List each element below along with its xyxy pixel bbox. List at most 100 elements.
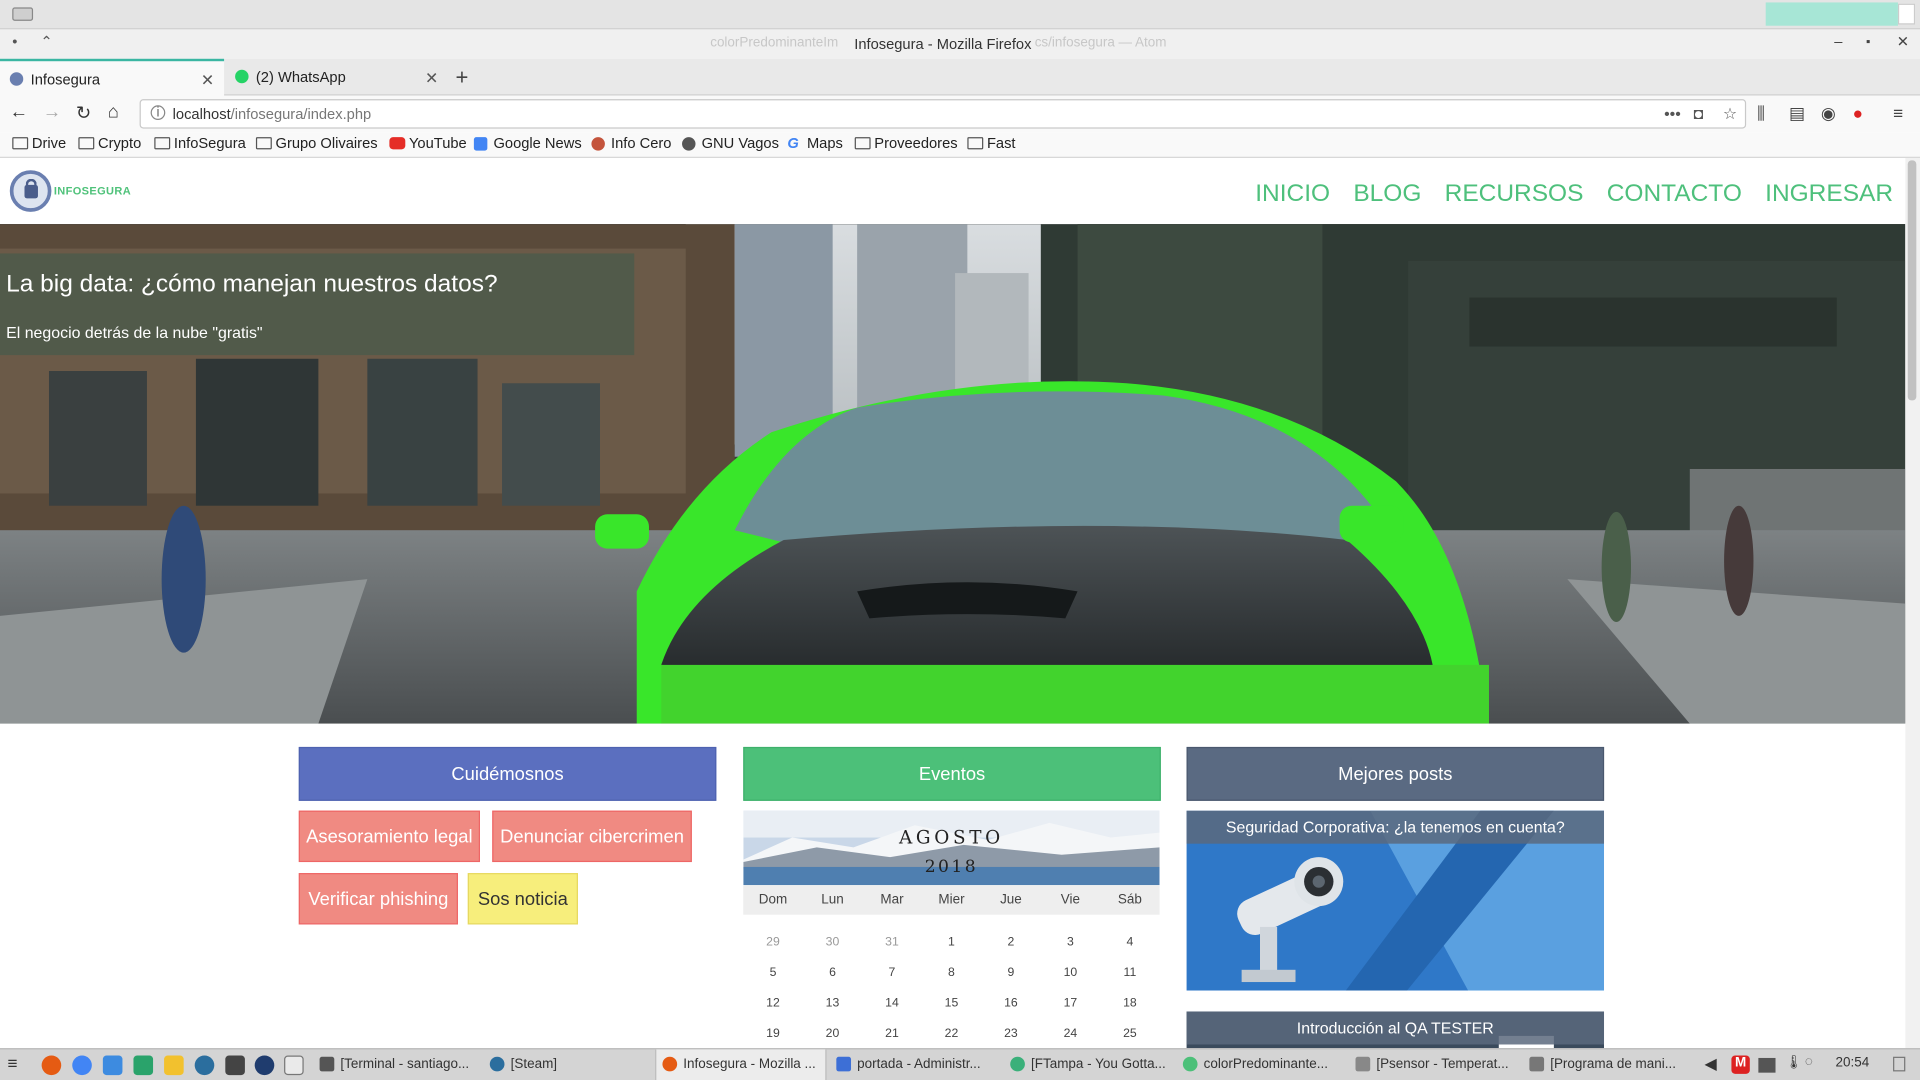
- post-card[interactable]: Seguridad Corporativa: ¿la tenemos en cu…: [1186, 810, 1605, 991]
- sos-noticia-button[interactable]: Sos noticia: [467, 873, 578, 925]
- calendar-day[interactable]: 12: [743, 988, 802, 1019]
- display-tray-icon[interactable]: [1758, 1057, 1776, 1073]
- volume-icon[interactable]: ◀: [1704, 1054, 1716, 1074]
- bookmark-star-icon[interactable]: ☆: [1723, 104, 1737, 124]
- taskbar-color-predominante[interactable]: colorPredominante...: [1182, 1056, 1328, 1072]
- forward-icon[interactable]: →: [43, 102, 61, 123]
- extension-icon[interactable]: ◉: [1821, 103, 1836, 124]
- library-icon[interactable]: ⫼: [1757, 103, 1765, 124]
- calendar-day[interactable]: 9: [981, 958, 1040, 989]
- bookmark-grupo-olivaires[interactable]: Grupo Olivaires: [255, 135, 378, 152]
- reload-icon[interactable]: ↻: [76, 102, 91, 124]
- taskbar-terminal[interactable]: [Terminal - santiago...: [319, 1056, 469, 1072]
- close-window-icon[interactable]: ✕: [1897, 33, 1909, 50]
- spreadsheet-launcher-icon[interactable]: [133, 1055, 154, 1076]
- site-logo-lock-icon[interactable]: [9, 170, 52, 212]
- calendar-day[interactable]: 2: [981, 927, 1040, 958]
- site-logo-text[interactable]: INFOSEGURA: [54, 185, 131, 197]
- calendar-day[interactable]: 16: [981, 988, 1040, 1019]
- calendar-day[interactable]: 14: [862, 988, 921, 1019]
- calendar-day[interactable]: 13: [803, 988, 862, 1019]
- workspace-icon[interactable]: [12, 7, 34, 21]
- url-text[interactable]: localhost/infosegura/index.php: [173, 105, 372, 122]
- hero-title[interactable]: La big data: ¿cómo manejan nuestros dato…: [6, 271, 497, 299]
- temperature-tray-icon[interactable]: 🌡: [1785, 1054, 1802, 1071]
- taskbar-psensor[interactable]: [Psensor - Temperat...: [1355, 1056, 1509, 1072]
- calendar-day[interactable]: 1: [922, 927, 981, 958]
- menu-contacto[interactable]: CONTACTO: [1607, 180, 1742, 208]
- bookmark-info-cero[interactable]: Info Cero: [591, 135, 671, 152]
- new-tab-icon[interactable]: +: [456, 65, 469, 91]
- taskbar-ftampa[interactable]: [FTampa - You Gotta...: [1010, 1056, 1166, 1072]
- menu-ingresar[interactable]: INGRESAR: [1765, 180, 1893, 208]
- calendar-day[interactable]: 23: [981, 1019, 1040, 1048]
- page-scrollbar[interactable]: [1905, 157, 1920, 1049]
- menu-inicio[interactable]: INICIO: [1255, 180, 1330, 208]
- bookmark-gnu-vagos[interactable]: GNU Vagos: [682, 135, 779, 152]
- calendar-day[interactable]: 30: [803, 927, 862, 958]
- notes-launcher-icon[interactable]: [164, 1055, 184, 1076]
- close-tab-icon[interactable]: ✕: [201, 71, 214, 91]
- hero-slider[interactable]: La big data: ¿cómo manejan nuestros dato…: [0, 224, 1906, 724]
- tab-whatsapp[interactable]: (2) WhatsApp ✕: [225, 59, 448, 96]
- calendar-day[interactable]: 22: [922, 1019, 981, 1048]
- calendar-day[interactable]: 7: [862, 958, 921, 989]
- clock[interactable]: 20:54: [1836, 1056, 1870, 1071]
- network-tray-icon[interactable]: ◌: [1805, 1054, 1813, 1069]
- mega-extension-icon[interactable]: ●: [1853, 103, 1863, 123]
- close-tab-icon[interactable]: ✕: [425, 69, 438, 89]
- calendar-day[interactable]: 4: [1100, 927, 1159, 958]
- calendar-day[interactable]: 29: [743, 927, 802, 958]
- show-desktop-icon[interactable]: [1893, 1056, 1906, 1072]
- post-card[interactable]: Introducción al QA TESTER: [1186, 1011, 1605, 1049]
- minimize-icon[interactable]: –: [1834, 33, 1842, 50]
- page-actions-icon[interactable]: •••: [1664, 104, 1681, 122]
- site-info-icon[interactable]: i: [150, 105, 166, 121]
- calendar-day[interactable]: 6: [803, 958, 862, 989]
- tab-infosegura[interactable]: Infosegura ✕: [0, 58, 225, 96]
- calendar-day[interactable]: 17: [1041, 988, 1100, 1019]
- menu-recursos[interactable]: RECURSOS: [1445, 180, 1584, 208]
- bookmark-drive[interactable]: Drive: [12, 135, 66, 152]
- hamburger-menu-icon[interactable]: ≡: [1893, 103, 1903, 123]
- post-title[interactable]: Introducción al QA TESTER: [1186, 1011, 1605, 1045]
- terminal-launcher-icon[interactable]: [225, 1055, 245, 1076]
- scrollbar-thumb[interactable]: [1907, 160, 1917, 401]
- verificar-phishing-button[interactable]: Verificar phishing: [298, 873, 458, 925]
- app-menu-icon[interactable]: ≡: [7, 1053, 27, 1073]
- firefox-launcher-icon[interactable]: [41, 1055, 62, 1076]
- calendar-day[interactable]: 24: [1041, 1019, 1100, 1048]
- calendar-day[interactable]: 8: [922, 958, 981, 989]
- bookmark-fast[interactable]: Fast: [967, 135, 1016, 152]
- url-bar[interactable]: i localhost/infosegura/index.php ••• ◘ ☆: [139, 99, 1747, 129]
- calendar-day[interactable]: 19: [743, 1019, 802, 1048]
- pocket-icon[interactable]: ◘: [1693, 104, 1703, 122]
- calendar-day[interactable]: 11: [1100, 958, 1159, 989]
- taskbar-portada[interactable]: portada - Administr...: [836, 1056, 981, 1072]
- mega-tray-icon[interactable]: M: [1731, 1055, 1750, 1074]
- bookmark-crypto[interactable]: Crypto: [78, 135, 141, 152]
- asesoramiento-legal-button[interactable]: Asesoramiento legal: [298, 810, 481, 863]
- menu-blog[interactable]: BLOG: [1353, 180, 1421, 208]
- calendar-day[interactable]: 21: [862, 1019, 921, 1048]
- window-launcher-icon[interactable]: [284, 1055, 304, 1076]
- calendar-day[interactable]: 20: [803, 1019, 862, 1048]
- atom-launcher-icon[interactable]: [254, 1055, 275, 1076]
- chrome-launcher-icon[interactable]: [72, 1055, 92, 1076]
- calendar-day[interactable]: 15: [922, 988, 981, 1019]
- files-launcher-icon[interactable]: [102, 1055, 123, 1076]
- back-icon[interactable]: ←: [10, 102, 28, 123]
- sidebar-icon[interactable]: ▤: [1789, 103, 1805, 124]
- bookmark-infosegura[interactable]: InfoSegura: [154, 135, 246, 152]
- calendar-day[interactable]: 25: [1100, 1019, 1159, 1048]
- taskbar-programa[interactable]: [Programa de mani...: [1529, 1056, 1676, 1072]
- bookmark-youtube[interactable]: YouTube: [389, 135, 467, 152]
- calendar-day[interactable]: 3: [1041, 927, 1100, 958]
- calendar-day[interactable]: 10: [1041, 958, 1100, 989]
- maximize-icon[interactable]: ▪: [1866, 36, 1870, 49]
- taskbar-steam[interactable]: [Steam]: [489, 1056, 557, 1072]
- home-icon[interactable]: ⌂: [108, 102, 119, 123]
- denunciar-cibercrimen-button[interactable]: Denunciar cibercrimen: [492, 810, 692, 863]
- steam-launcher-icon[interactable]: [194, 1055, 215, 1076]
- bookmark-maps[interactable]: G Maps: [787, 135, 843, 152]
